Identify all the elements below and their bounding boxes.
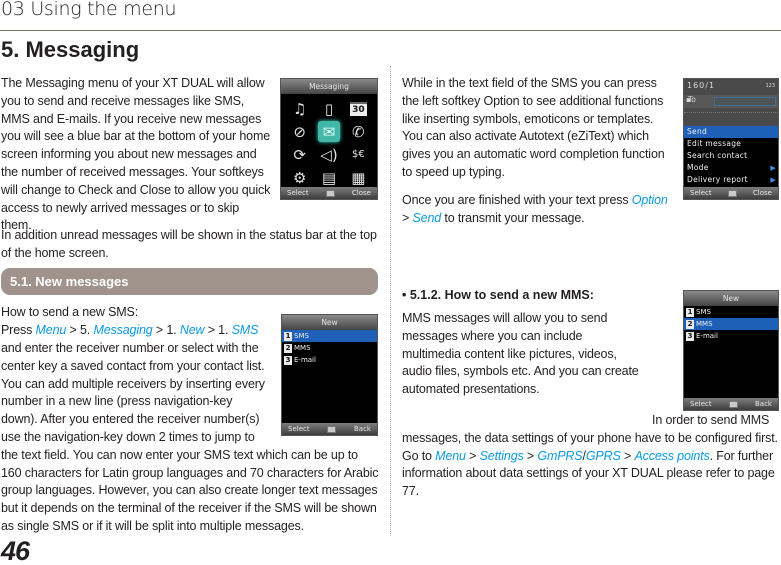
- link-menu[interactable]: Menu: [36, 323, 67, 337]
- chapter-title: 03 Using the menu: [1, 0, 177, 20]
- mms-heading: • 5.1.2. How to send a new MMS:: [402, 288, 594, 302]
- menu-icon-grid: ♫ ▯ 30 ⊘ ✉ ✆ ⟳ ◁) $€ ⚙ ▤ ▦: [281, 94, 377, 189]
- to-row: ▪ To: [684, 95, 778, 108]
- files-icon: ▦: [351, 168, 366, 187]
- text-area-line: [684, 112, 778, 113]
- to-label: ▪ To: [686, 95, 696, 104]
- link-access-points[interactable]: Access points: [634, 449, 709, 463]
- messaging-menu-screenshot: Messaging ♫ ▯ 30 ⊘ ✉ ✆ ⟳ ◁) $€ ⚙ ▤ ▦ Sel…: [280, 78, 378, 200]
- intro-paragraph: The Messaging menu of your XT DUAL will …: [1, 76, 271, 233]
- settings-icon: ⚙: [292, 168, 307, 187]
- submenu-arrow-icon: ▶: [770, 164, 776, 172]
- sound-icon: ◁): [320, 145, 338, 164]
- link-new[interactable]: New: [180, 323, 205, 337]
- input-mode-indicator: 123: [765, 83, 775, 89]
- option-delivery-report: Delivery report ▶: [687, 175, 776, 184]
- screen-title: New: [282, 315, 377, 330]
- link-sms[interactable]: SMS: [232, 323, 259, 337]
- to-field: [714, 97, 776, 106]
- finish-paragraph: Once you are finished with your text pre…: [402, 193, 668, 225]
- new-menu-list: 1 SMS 2 MMS 3 E-mail: [684, 306, 778, 342]
- option-paragraph: While in the text field of the SMS you c…: [402, 76, 665, 179]
- mms-paragraph: MMS messages will allow you to send mess…: [402, 311, 639, 397]
- call-icon: ✆: [352, 122, 365, 141]
- ok-key-icon: [327, 425, 337, 433]
- phonebook-icon: ▯: [324, 99, 334, 118]
- section-title: 5. Messaging: [1, 37, 140, 62]
- ok-key-icon: [728, 400, 738, 408]
- sms-path: Press Menu > 5. Messaging > 1. New > 1. …: [1, 322, 259, 337]
- chapter-divider: [0, 30, 781, 31]
- converter-icon: $€: [351, 149, 365, 160]
- right-softkey: Back: [353, 425, 371, 433]
- new-mms-screenshot: New 1 SMS 2 MMS 3 E-mail Select Back: [683, 290, 779, 411]
- right-softkey: Back: [754, 400, 772, 408]
- options-list: Send Edit message Search contact Mode ▶ D…: [684, 126, 778, 186]
- ok-key-icon: [325, 189, 335, 197]
- new-sms-screenshot: New 1 SMS 2 MMS 3 E-mail Select Back: [281, 314, 378, 436]
- link-gmprs[interactable]: GmPRS: [537, 449, 582, 463]
- list-item-sms: 1 SMS: [282, 330, 377, 342]
- softkey-bar: Select Back: [684, 398, 778, 410]
- column-divider: [390, 66, 391, 536]
- messaging-icon: ✉: [318, 121, 340, 142]
- mms-settings-paragraph: In order to send MMS messages, the data …: [402, 412, 778, 499]
- right-softkey: Close: [752, 189, 772, 197]
- music-icon: ♫: [292, 99, 307, 118]
- link-settings[interactable]: Settings: [480, 449, 524, 463]
- screen-title: Messaging: [281, 79, 377, 94]
- how-to-sms-paragraph: How to send a new SMS: Press Menu > 5. M…: [1, 304, 271, 340]
- browser-icon: ⊘: [293, 122, 306, 141]
- sms-options-screenshot: 160/1 123 ▪ To Send Edit message Search …: [683, 78, 779, 200]
- softkey-bar: Select Close: [684, 187, 778, 199]
- left-softkey: Select: [287, 189, 309, 197]
- link-option[interactable]: Option: [632, 193, 668, 207]
- link-send[interactable]: Send: [412, 211, 441, 225]
- link-gprs[interactable]: GPRS: [586, 449, 621, 463]
- subsection-header: 5.1. New messages: [1, 268, 378, 295]
- organizer-icon: ▤: [321, 168, 337, 187]
- sync-icon: ⟳: [293, 145, 306, 164]
- list-item-mms: 2 MMS: [684, 318, 778, 330]
- softkey-bar: Select Close: [281, 187, 377, 199]
- page-number: 46: [1, 536, 30, 565]
- submenu-arrow-icon: ▶: [770, 176, 776, 184]
- option-edit-message: Edit message: [687, 139, 742, 148]
- option-search-contact: Search contact: [687, 151, 748, 160]
- calendar-icon: 30: [344, 97, 373, 120]
- option-send: Send: [684, 126, 778, 138]
- left-softkey: Select: [690, 400, 712, 408]
- sms-editor-area: 160/1 123 ▪ To: [684, 79, 778, 126]
- left-softkey: Select: [690, 189, 712, 197]
- link-messaging[interactable]: Messaging: [93, 323, 152, 337]
- float-spacer: [402, 412, 652, 413]
- new-menu-list: 1 SMS 2 MMS 3 E-mail: [282, 330, 377, 366]
- list-item-email: 3 E-mail: [284, 355, 316, 365]
- how-to-sms-heading: How to send a new SMS:: [1, 305, 139, 319]
- list-item-email: 3 E-mail: [686, 331, 718, 341]
- char-counter: 160/1: [687, 81, 716, 90]
- list-item-sms: 1 SMS: [686, 307, 711, 317]
- right-softkey: Close: [351, 189, 371, 197]
- softkey-bar: Select Back: [282, 423, 377, 435]
- screen-title: New: [684, 291, 778, 306]
- bullet-icon: •: [402, 288, 410, 302]
- option-mode: Mode ▶: [687, 163, 776, 172]
- ok-key-icon: [727, 189, 737, 197]
- link-menu[interactable]: Menu: [435, 449, 466, 463]
- list-item-mms: 2 MMS: [284, 343, 311, 353]
- left-softkey: Select: [288, 425, 310, 433]
- status-bar-paragraph: In addition unread messages will be show…: [1, 228, 377, 260]
